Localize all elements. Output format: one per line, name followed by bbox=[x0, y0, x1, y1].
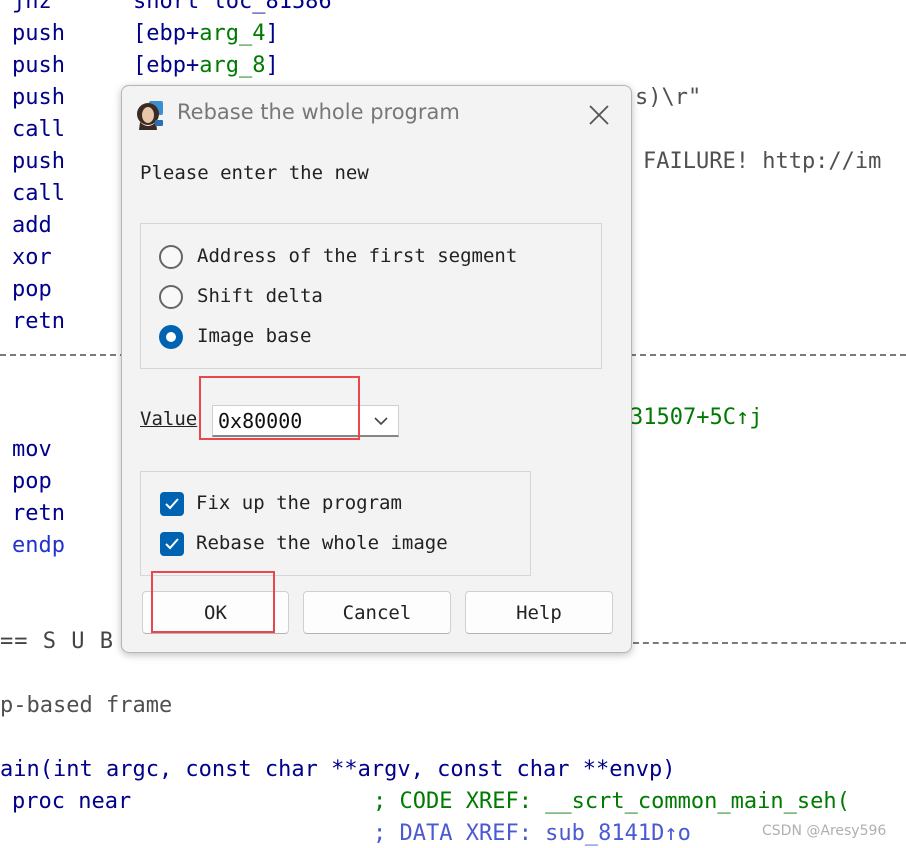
code-line: call bbox=[12, 117, 65, 142]
code-line: mov bbox=[12, 437, 52, 462]
code-line: pop bbox=[12, 469, 52, 494]
close-icon bbox=[589, 105, 609, 125]
radio-image-base[interactable] bbox=[159, 325, 183, 349]
help-button[interactable]: Help bbox=[465, 591, 613, 634]
radio-label-first-segment[interactable]: Address of the first segment bbox=[197, 245, 517, 267]
checkmark-icon bbox=[165, 538, 179, 550]
code-xref-fragment: 31507+5C↑j bbox=[630, 405, 763, 430]
code-operand: [ebp+arg_4] bbox=[133, 21, 279, 46]
checkmark-icon bbox=[165, 498, 179, 510]
code-line: push bbox=[12, 21, 65, 46]
code-line: xor bbox=[12, 245, 52, 270]
code-string-fragment: s)\r" bbox=[635, 85, 702, 110]
proc-declaration: proc near bbox=[12, 789, 132, 814]
code-line: retn bbox=[12, 309, 65, 334]
dialog-title: Rebase the whole program bbox=[177, 100, 460, 124]
code-operand: [ebp+arg_8] bbox=[133, 53, 279, 78]
code-line: retn bbox=[12, 501, 65, 526]
close-button[interactable] bbox=[582, 98, 616, 132]
radio-label-image-base[interactable]: Image base bbox=[197, 325, 311, 347]
code-comment: p-based frame bbox=[0, 693, 173, 718]
code-line: push bbox=[12, 53, 65, 78]
radio-label-shift-delta[interactable]: Shift delta bbox=[197, 285, 323, 307]
code-line: jnz bbox=[12, 0, 52, 14]
code-line: add bbox=[12, 213, 52, 238]
options-group: Fix up the program Rebase the whole imag… bbox=[140, 471, 531, 576]
data-xref-comment: ; DATA XREF: sub_8141D↑o bbox=[373, 821, 691, 846]
checkbox-fix-up[interactable] bbox=[160, 492, 184, 516]
function-signature: ain(int argc, const char **argv, const c… bbox=[0, 757, 676, 782]
code-operand: short loc_81586 bbox=[133, 0, 332, 14]
code-xref-comment: ; CODE XREF: __scrt_common_main_seh( bbox=[373, 789, 850, 814]
rebase-dialog: Rebase the whole program Please enter th… bbox=[121, 85, 632, 653]
checkbox-rebase-image[interactable] bbox=[160, 532, 184, 556]
dialog-titlebar[interactable]: Rebase the whole program bbox=[122, 86, 631, 144]
radio-shift-delta[interactable] bbox=[159, 285, 183, 309]
code-line: call bbox=[12, 181, 65, 206]
code-line: push bbox=[12, 149, 65, 174]
ok-highlight-box bbox=[151, 571, 275, 633]
checkbox-label-fix-up[interactable]: Fix up the program bbox=[196, 492, 402, 514]
code-line: endp bbox=[12, 533, 65, 558]
ida-app-icon bbox=[135, 100, 165, 130]
subroutine-rule bbox=[633, 642, 906, 644]
radio-first-segment[interactable] bbox=[159, 245, 183, 269]
code-line: pop bbox=[12, 277, 52, 302]
chevron-down-icon[interactable] bbox=[371, 411, 391, 431]
code-line: push bbox=[12, 85, 65, 110]
watermark: CSDN @Aresy596 bbox=[762, 823, 887, 839]
subroutine-marker: == S U B bbox=[0, 629, 114, 654]
code-string-fragment: FAILURE! http://im bbox=[643, 149, 882, 174]
value-label: Value bbox=[140, 408, 198, 430]
checkbox-label-rebase-image[interactable]: Rebase the whole image bbox=[196, 532, 448, 554]
rebase-mode-group: Address of the first segment Shift delta… bbox=[140, 223, 602, 369]
dialog-prompt: Please enter the new bbox=[140, 162, 369, 184]
cancel-button[interactable]: Cancel bbox=[303, 591, 451, 634]
value-highlight-box bbox=[199, 376, 360, 440]
